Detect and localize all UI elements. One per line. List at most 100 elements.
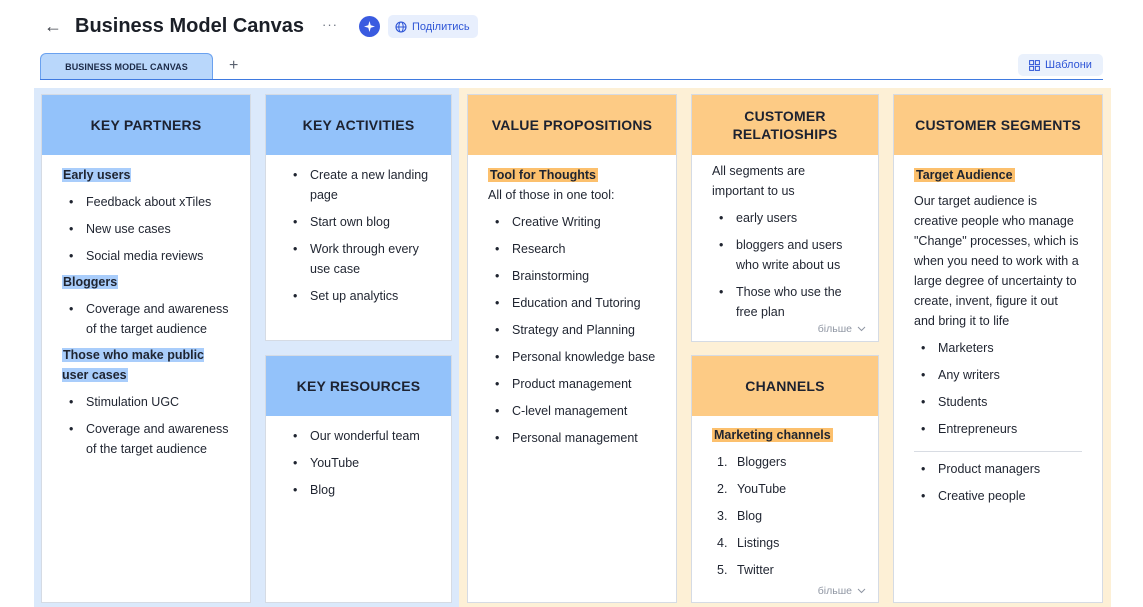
list-item: 5. Twitter	[717, 563, 774, 577]
list-item: Set up analytics	[286, 286, 431, 306]
card-channels[interactable]: CHANNELS Marketing channels 1. Bloggers 2…	[691, 355, 879, 603]
card-title: KEY PARTNERS	[42, 95, 250, 155]
chevron-down-icon	[857, 326, 866, 332]
highlight-public-cases: Those who make public user cases	[62, 348, 204, 382]
card-customer-segments[interactable]: CUSTOMER SEGMENTS Target Audience Our ta…	[893, 94, 1103, 603]
list-item: Creative Writing	[488, 212, 656, 232]
list-item: 3. Blog	[717, 509, 763, 523]
tab-business-model-canvas[interactable]: BUSINESS MODEL CANVAS	[40, 53, 213, 80]
tab-label: BUSINESS MODEL CANVAS	[65, 62, 188, 72]
more-button[interactable]: більше	[818, 585, 866, 597]
activities-list: Create a new landing page Start own blog…	[286, 165, 431, 306]
list-item: Coverage and awareness of the target aud…	[62, 299, 230, 339]
relationships-list: early users bloggers and users who write…	[712, 208, 858, 322]
more-options-icon[interactable]: ···	[322, 15, 338, 35]
list-item: Marketers	[914, 338, 1082, 358]
card-title: CUSTOMER SEGMENTS	[894, 95, 1102, 155]
page-title: Business Model Canvas	[75, 15, 304, 37]
list-item: Coverage and awareness of the target aud…	[62, 419, 230, 459]
list-item: Strategy and Planning	[488, 320, 656, 340]
add-tab-plus-icon[interactable]: +	[229, 56, 238, 76]
bloggers-list: Coverage and awareness of the target aud…	[62, 299, 230, 339]
list-item: Students	[914, 392, 1082, 412]
list-item: Feedback about xTiles	[62, 192, 230, 212]
list-item: Create a new landing page	[286, 165, 431, 205]
segments-list: Marketers Any writers Students Entrepren…	[914, 338, 1082, 439]
card-key-resources[interactable]: KEY RESOURCES Our wonderful team YouTube…	[265, 355, 452, 603]
list-item: bloggers and users who write about us	[712, 235, 858, 275]
list-item: Work through every use case	[286, 239, 431, 279]
more-label: більше	[817, 585, 852, 597]
card-body: All segments are important to us early u…	[692, 155, 878, 322]
templates-button[interactable]: Шаблони	[1018, 54, 1103, 76]
segments-list-secondary: Product managers Creative people	[914, 459, 1082, 506]
list-item: Creative people	[914, 486, 1082, 506]
tab-underline	[40, 79, 1103, 80]
highlight-tool-for-thoughts: Tool for Thoughts	[488, 168, 598, 182]
card-title: KEY ACTIVITIES	[266, 95, 451, 155]
list-item: Education and Tutoring	[488, 293, 656, 313]
public-cases-list: Stimulation UGC Coverage and awareness o…	[62, 392, 230, 459]
list-item: Our wonderful team	[286, 426, 431, 446]
card-body: Early users Feedback about xTiles New us…	[42, 155, 250, 459]
list-item: Personal knowledge base	[488, 347, 656, 367]
grid-icon	[1029, 59, 1040, 71]
list-item: Entrepreneurs	[914, 419, 1082, 439]
list-item: 2. YouTube	[717, 482, 787, 496]
globe-icon	[395, 20, 407, 33]
templates-label: Шаблони	[1045, 59, 1092, 71]
card-key-activities[interactable]: KEY ACTIVITIES Create a new landing page…	[265, 94, 452, 341]
card-body: Tool for Thoughts All of those in one to…	[468, 155, 676, 448]
card-body: Marketing channels 1. Bloggers 2. YouTube …	[692, 416, 878, 580]
page-header: ← Business Model Canvas ··· Поділитись	[0, 0, 1143, 52]
card-body: Create a new landing page Start own blog…	[266, 155, 451, 306]
card-value-propositions[interactable]: VALUE PROPOSITIONS Tool for Thoughts All…	[467, 94, 677, 603]
card-customer-relationships[interactable]: CUSTOMER RELATIOSHIPS All segments are i…	[691, 94, 879, 342]
list-item: Social media reviews	[62, 246, 230, 266]
list-item: 1. Bloggers	[717, 455, 787, 469]
card-key-partners[interactable]: KEY PARTNERS Early users Feedback about …	[41, 94, 251, 603]
description-text: Our target audience is creative people w…	[914, 194, 1079, 328]
resources-list: Our wonderful team YouTube Blog	[286, 426, 431, 500]
highlight-bloggers: Bloggers	[62, 275, 119, 289]
card-title: KEY RESOURCES	[266, 356, 451, 416]
list-item: early users	[712, 208, 858, 228]
card-body: Our wonderful team YouTube Blog	[266, 416, 451, 500]
list-item: Any writers	[914, 365, 1082, 385]
more-label: більше	[817, 323, 852, 335]
back-arrow-icon[interactable]: ←	[44, 14, 62, 38]
list-item: Start own blog	[286, 212, 431, 232]
intro-text: All segments are important to us	[712, 164, 806, 198]
channels-list: 1. Bloggers 2. YouTube 3. Blog 4. Listings 5…	[712, 452, 858, 580]
more-button[interactable]: більше	[818, 323, 866, 335]
list-item: Brainstorming	[488, 266, 656, 286]
share-label: Поділитись	[412, 20, 470, 33]
share-button[interactable]: Поділитись	[388, 15, 478, 38]
intro-text: All of those in one tool:	[488, 188, 615, 202]
list-item: C-level management	[488, 401, 656, 421]
list-item: Personal management	[488, 428, 656, 448]
list-item: New use cases	[62, 219, 230, 239]
tab-bar: BUSINESS MODEL CANVAS + Шаблони	[0, 52, 1143, 82]
highlight-early-users: Early users	[62, 168, 132, 182]
list-item: Those who use the free plan	[712, 282, 858, 322]
list-item: 4. Listings	[717, 536, 780, 550]
card-title: VALUE PROPOSITIONS	[468, 95, 676, 155]
list-item: YouTube	[286, 453, 431, 473]
list-item: Research	[488, 239, 656, 259]
highlight-target-audience: Target Audience	[914, 168, 1015, 182]
sparkle-icon	[364, 21, 375, 32]
chevron-down-icon	[857, 588, 866, 594]
list-item: Stimulation UGC	[62, 392, 230, 412]
value-list: Creative Writing Research Brainstorming …	[488, 212, 656, 448]
divider	[914, 451, 1082, 452]
card-title: CHANNELS	[692, 356, 878, 416]
ai-sparkle-button[interactable]	[359, 16, 380, 37]
list-item: Blog	[286, 480, 431, 500]
card-body: Target Audience Our target audience is c…	[894, 155, 1102, 506]
card-title: CUSTOMER RELATIOSHIPS	[692, 95, 878, 155]
early-users-list: Feedback about xTiles New use cases Soci…	[62, 192, 230, 266]
highlight-marketing-channels: Marketing channels	[712, 428, 833, 442]
list-item: Product management	[488, 374, 656, 394]
list-item: Product managers	[914, 459, 1082, 479]
